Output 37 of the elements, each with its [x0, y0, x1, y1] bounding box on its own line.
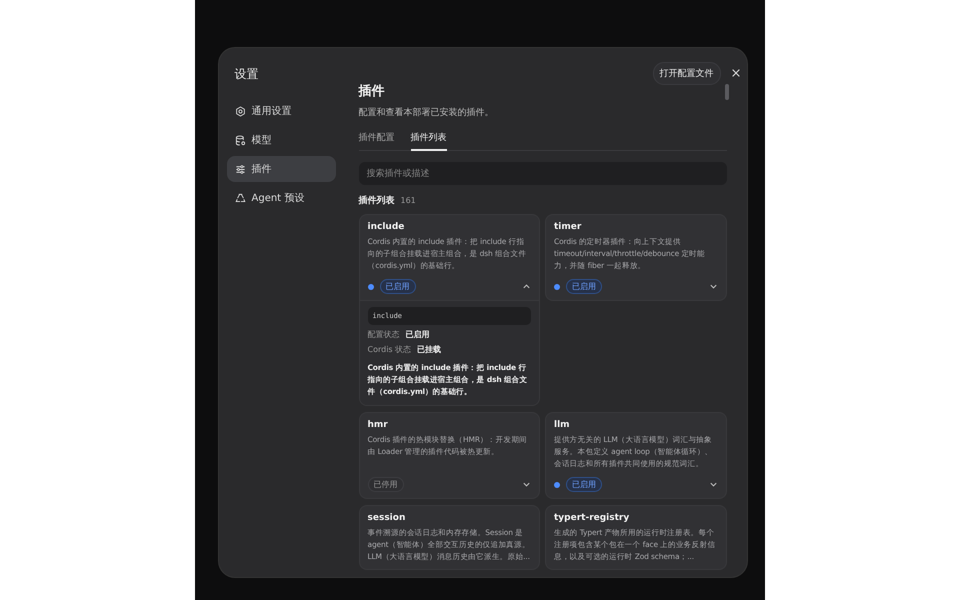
list-title: 插件列表: [358, 194, 394, 207]
plugin-name: session: [368, 513, 406, 523]
plugin-name: hmr: [368, 420, 389, 430]
sidebar-item[interactable]: 通用设置: [226, 98, 336, 124]
tab[interactable]: 插件配置: [358, 129, 394, 151]
plugin-name: llm: [554, 420, 571, 430]
database-icon: [234, 134, 246, 146]
sliders-icon: [234, 164, 246, 174]
close-icon[interactable]: [730, 68, 740, 78]
page-subtitle: 配置和查看本部署已安装的插件。: [358, 106, 494, 119]
chevron-up-icon[interactable]: [522, 282, 531, 291]
status-badge: 已启用: [380, 279, 416, 294]
search-field[interactable]: 搜索插件或描述: [358, 162, 726, 185]
plugin-name: include: [368, 222, 406, 232]
open-config-button[interactable]: 打开配置文件: [652, 62, 720, 84]
chevron-down-icon[interactable]: [708, 282, 718, 291]
chevron-down-icon[interactable]: [708, 480, 718, 489]
page-title: 插件: [358, 84, 386, 100]
detail-label: 配置状态: [368, 329, 400, 340]
plugin-name: timer: [554, 222, 582, 232]
recycle-icon: [234, 192, 246, 204]
scrollbar-thumb[interactable]: [724, 84, 728, 100]
detail-value: 已启用: [406, 329, 430, 340]
sidebar-item[interactable]: 模型: [226, 127, 336, 153]
tab[interactable]: 插件列表: [410, 129, 446, 151]
gear-icon: [234, 106, 246, 116]
status-badge: 已启用: [566, 279, 602, 294]
detail-value: 已挂载: [417, 344, 442, 355]
sidebar-item[interactable]: 插件: [226, 156, 336, 182]
status-badge: 已停用: [368, 477, 404, 492]
detail-label: Cordis 状态: [368, 344, 412, 355]
chevron-down-icon[interactable]: [522, 480, 531, 489]
status-badge: 已启用: [566, 477, 602, 492]
plugin-name: typert-registry: [554, 513, 630, 523]
plugin-count: 161: [400, 196, 416, 205]
dialog-title: 设置: [234, 66, 260, 83]
sidebar-item[interactable]: Agent 预设: [226, 185, 336, 211]
